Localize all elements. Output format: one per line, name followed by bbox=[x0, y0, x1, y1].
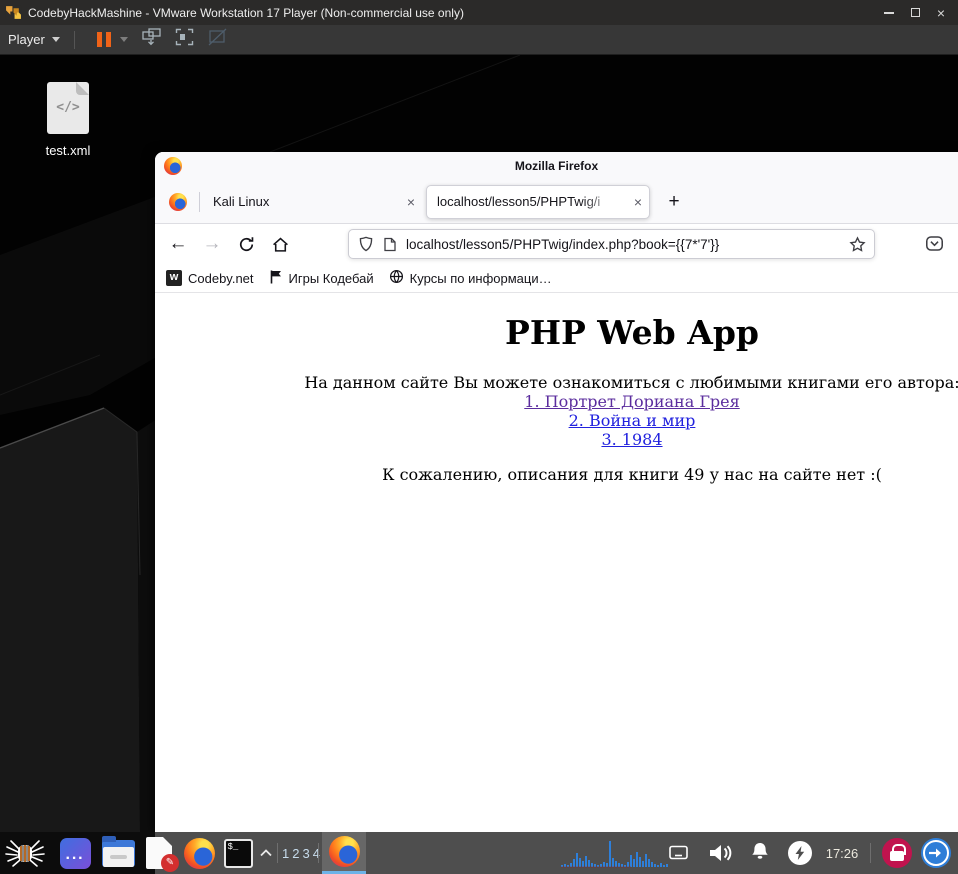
tab-close-icon[interactable]: × bbox=[627, 194, 649, 210]
flag-icon bbox=[269, 269, 283, 287]
window-title: CodebyHackMashine - VMware Workstation 1… bbox=[28, 5, 464, 20]
terminal-button[interactable]: $_ bbox=[219, 832, 257, 874]
document-icon: ✎ bbox=[146, 837, 179, 872]
fullscreen-icon[interactable] bbox=[175, 28, 194, 51]
shield-icon[interactable] bbox=[358, 236, 374, 252]
multi-monitor-disabled-icon bbox=[208, 28, 227, 51]
url-bar[interactable]: localhost/lesson5/PHPTwig/index.php?book… bbox=[348, 229, 875, 259]
vmware-titlebar: CodebyHackMashine - VMware Workstation 1… bbox=[0, 0, 958, 25]
url-text[interactable]: localhost/lesson5/PHPTwig/index.php?book… bbox=[406, 237, 841, 252]
tab-label: localhost/lesson5/PHPTwig/i bbox=[437, 194, 601, 209]
book-link-2[interactable]: 2. Война и мир bbox=[569, 411, 696, 430]
codeby-favicon: w bbox=[166, 270, 182, 286]
error-message: К сожалению, описания для книги 49 у нас… bbox=[382, 465, 882, 484]
app-launcher-button[interactable] bbox=[55, 832, 95, 874]
tab-kali-linux[interactable]: Kali Linux × bbox=[200, 185, 422, 219]
pocket-save-icon[interactable] bbox=[925, 234, 944, 253]
desktop-file-testxml[interactable]: </> test.xml bbox=[35, 82, 101, 158]
display-settings-icon[interactable] bbox=[665, 832, 691, 874]
bookmark-label: Игры Кодебай bbox=[288, 270, 374, 286]
firefox-window-title: Mozilla Firefox bbox=[514, 159, 599, 173]
firefox-logo-icon bbox=[164, 157, 182, 175]
firefox-logo-icon bbox=[328, 836, 360, 867]
bookmark-star-icon[interactable] bbox=[849, 235, 866, 253]
panel-divider bbox=[277, 843, 278, 863]
tab-localhost-active[interactable]: localhost/lesson5/PHPTwig/i × bbox=[426, 184, 650, 219]
kali-dragon-icon bbox=[5, 840, 45, 867]
page-info-icon[interactable] bbox=[383, 237, 397, 252]
logout-arrow-icon bbox=[921, 838, 951, 868]
workspace-1[interactable]: 1 bbox=[282, 846, 289, 861]
taskbar: ✎ $_ 1 2 3 4 17:26 bbox=[0, 832, 958, 874]
xml-file-icon: </> bbox=[47, 82, 89, 134]
chevron-down-icon bbox=[51, 37, 60, 42]
bookmark-games[interactable]: Игры Кодебай bbox=[269, 269, 374, 287]
workspace-3[interactable]: 3 bbox=[303, 846, 310, 861]
tab-close-icon[interactable]: × bbox=[400, 194, 422, 210]
folder-icon bbox=[101, 835, 135, 867]
logout-button[interactable] bbox=[918, 832, 954, 874]
tab-label: Kali Linux bbox=[213, 194, 270, 209]
page-content: PHP Web App На данном сайте Вы можете оз… bbox=[155, 293, 958, 831]
panel-divider bbox=[318, 843, 319, 863]
globe-icon bbox=[389, 269, 404, 287]
book-link-1[interactable]: 1. Портрет Дориана Грея bbox=[524, 392, 739, 411]
text-editor-button[interactable]: ✎ bbox=[140, 832, 179, 874]
bookmark-courses[interactable]: Курсы по информаци… bbox=[389, 269, 552, 287]
close-button[interactable]: × bbox=[928, 2, 954, 24]
bookmark-label: Курсы по информаци… bbox=[409, 270, 552, 286]
file-manager-button[interactable] bbox=[98, 832, 138, 874]
minimize-button[interactable] bbox=[876, 2, 902, 24]
tab-bar: Kali Linux × localhost/lesson5/PHPTwig/i… bbox=[155, 180, 958, 224]
firefox-window: Mozilla Firefox Kali Linux × localhost/l… bbox=[155, 152, 958, 832]
vmware-player-icon bbox=[5, 5, 22, 20]
toolbar-divider bbox=[73, 30, 75, 49]
firefox-launcher-button[interactable] bbox=[180, 832, 218, 874]
maximize-button[interactable] bbox=[902, 2, 928, 24]
reload-button[interactable] bbox=[229, 236, 263, 253]
firefox-logo-icon bbox=[183, 837, 215, 869]
applications-menu-button[interactable] bbox=[2, 832, 48, 874]
firefox-view-button[interactable] bbox=[165, 192, 191, 211]
player-menu-label: Player bbox=[8, 32, 45, 47]
panel-divider bbox=[870, 843, 871, 863]
suspend-dropdown-icon[interactable] bbox=[119, 37, 128, 42]
clock[interactable]: 17:26 bbox=[820, 832, 864, 874]
firefox-titlebar: Mozilla Firefox bbox=[155, 152, 958, 180]
home-button[interactable] bbox=[263, 236, 297, 253]
bookmarks-toolbar: w Codeby.net Игры Кодебай Курсы по инфор… bbox=[155, 264, 958, 293]
unity-mode-icon[interactable] bbox=[142, 28, 161, 51]
app-window-icon bbox=[59, 837, 91, 869]
new-tab-button[interactable]: + bbox=[662, 191, 686, 213]
vmware-toolbar: Player « bbox=[0, 25, 958, 72]
power-manager-icon[interactable] bbox=[785, 832, 815, 874]
desktop-file-label: test.xml bbox=[45, 143, 91, 158]
firefox-taskbar-window-button[interactable] bbox=[322, 832, 366, 874]
navigation-bar: ← → localhost/lesson5/PHPTwig/index.php?… bbox=[155, 224, 958, 264]
page-title: PHP Web App bbox=[505, 313, 759, 352]
lock-screen-button[interactable] bbox=[880, 832, 914, 874]
bookmark-codeby[interactable]: w Codeby.net bbox=[166, 270, 254, 286]
suspend-vm-button[interactable] bbox=[96, 32, 111, 47]
workspace-pager[interactable]: 1 2 3 4 bbox=[282, 832, 320, 874]
notifications-bell-icon[interactable] bbox=[743, 832, 777, 874]
book-link-3[interactable]: 3. 1984 bbox=[601, 430, 662, 449]
code-glyph: </> bbox=[56, 100, 80, 115]
network-monitor-graph[interactable] bbox=[560, 832, 670, 874]
panel-expand-button[interactable] bbox=[255, 832, 277, 874]
terminal-icon: $_ bbox=[223, 838, 253, 868]
intro-text: На данном сайте Вы можете ознакомиться с… bbox=[304, 373, 958, 392]
volume-icon[interactable] bbox=[701, 832, 741, 874]
player-menu-button[interactable]: Player bbox=[8, 32, 60, 47]
bookmark-label: Codeby.net bbox=[188, 270, 254, 286]
lock-icon bbox=[882, 838, 912, 868]
forward-button[interactable]: → bbox=[195, 233, 229, 255]
back-button[interactable]: ← bbox=[161, 233, 195, 255]
workspace-2[interactable]: 2 bbox=[292, 846, 299, 861]
pencil-icon: ✎ bbox=[161, 854, 179, 872]
